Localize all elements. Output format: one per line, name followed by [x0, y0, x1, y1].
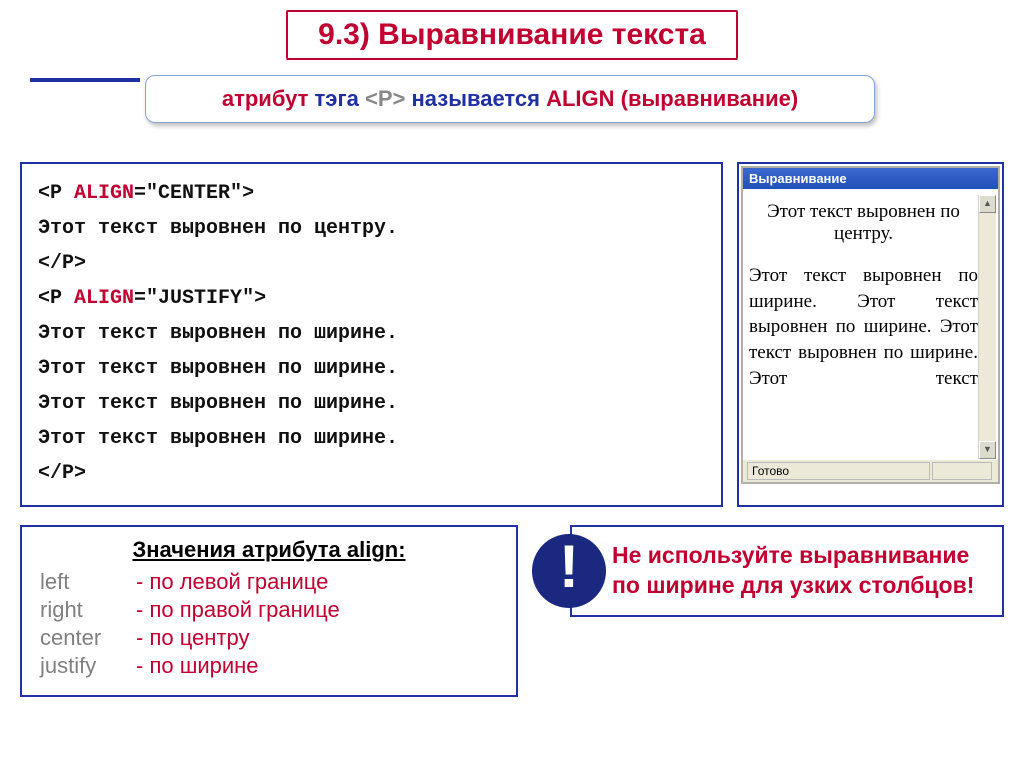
scroll-down-icon[interactable]: ▼	[979, 441, 996, 459]
scrollbar[interactable]: ▲ ▼	[978, 195, 996, 459]
code-line: Этот текст выровнен по ширине.	[38, 386, 705, 421]
values-key: center	[40, 625, 136, 651]
values-box: Значения атрибута align: left - по левой…	[20, 525, 518, 697]
values-desc: - по правой границе	[136, 597, 340, 623]
values-desc: - по центру	[136, 625, 250, 651]
values-row: left - по левой границе	[40, 569, 498, 595]
browser-body: Этот текст выровнен по центру. Этот текс…	[743, 189, 998, 459]
scroll-up-icon[interactable]: ▲	[979, 195, 996, 213]
browser-window: Выравнивание Этот текст выровнен по цент…	[741, 166, 1000, 484]
values-desc: - по левой границе	[136, 569, 328, 595]
code-line: Этот текст выровнен по ширине.	[38, 351, 705, 386]
content-row: <P ALIGN="CENTER"> Этот текст выровнен п…	[20, 162, 1004, 507]
browser-titlebar: Выравнивание	[743, 168, 998, 189]
values-desc: - по ширине	[136, 653, 259, 679]
code-line: </P>	[38, 456, 705, 491]
values-row: justify - по ширине	[40, 653, 498, 679]
subtitle-part2: тэга	[315, 86, 359, 111]
subtitle-part3: <P>	[365, 86, 405, 111]
code-line: <P ALIGN="JUSTIFY">	[38, 281, 705, 316]
values-row: right - по правой границе	[40, 597, 498, 623]
browser-statusbar: Готово	[743, 459, 998, 482]
subtitle-part1: атрибут	[222, 86, 309, 111]
justified-text: Этот текст выровнен по ширине. Этот текс…	[749, 263, 978, 391]
values-key: left	[40, 569, 136, 595]
warning-text: Не используйте выравнивание по ширине дл…	[570, 525, 1004, 617]
centered-text: Этот текст выровнен по центру.	[749, 201, 978, 245]
exclamation-icon: !	[532, 534, 606, 608]
code-line: </P>	[38, 246, 705, 281]
page-title: 9.3) Выравнивание текста	[318, 18, 706, 52]
values-key: justify	[40, 653, 136, 679]
values-key: right	[40, 597, 136, 623]
slide: 9.3) Выравнивание текста атрибут тэга <P…	[0, 0, 1024, 768]
values-row: center - по центру	[40, 625, 498, 651]
code-line: Этот текст выровнен по ширине.	[38, 316, 705, 351]
code-line: Этот текст выровнен по центру.	[38, 211, 705, 246]
bottom-row: Значения атрибута align: left - по левой…	[20, 525, 1004, 697]
status-text: Готово	[747, 462, 930, 480]
divider	[30, 78, 140, 82]
subtitle-part4: называется	[411, 86, 540, 111]
browser-content: Этот текст выровнен по центру. Этот текс…	[749, 195, 978, 459]
browser-preview: Выравнивание Этот текст выровнен по цент…	[737, 162, 1004, 507]
code-line: Этот текст выровнен по ширине.	[38, 421, 705, 456]
values-title: Значения атрибута align:	[40, 537, 498, 563]
code-line: <P ALIGN="CENTER">	[38, 176, 705, 211]
title-box: 9.3) Выравнивание текста	[286, 10, 738, 60]
status-cell	[932, 462, 992, 480]
warning: ! Не используйте выравнивание по ширине …	[532, 525, 1004, 617]
subtitle-part5: ALIGN (выравнивание)	[546, 86, 798, 111]
subtitle: атрибут тэга <P> называется ALIGN (вырав…	[145, 75, 875, 123]
code-box: <P ALIGN="CENTER"> Этот текст выровнен п…	[20, 162, 723, 507]
